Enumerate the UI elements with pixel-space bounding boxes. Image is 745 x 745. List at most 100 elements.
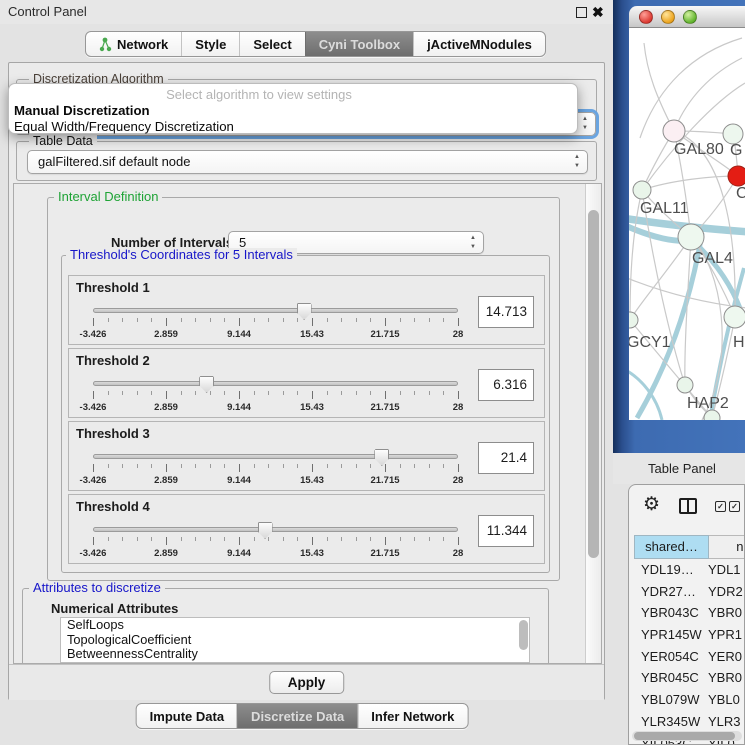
list-scrollbar[interactable] xyxy=(519,620,528,650)
tick-mark xyxy=(181,318,182,322)
table-row[interactable]: YBL079WYBL0 xyxy=(634,689,745,711)
panel-title: Control Panel xyxy=(8,0,87,24)
tick-mark xyxy=(210,391,211,395)
column-header-name[interactable]: na xyxy=(709,535,745,559)
stepper-icon: ▲▼ xyxy=(574,153,580,171)
apply-button[interactable]: Apply xyxy=(269,671,345,694)
network-canvas[interactable]: GAL80GCGAL11GAL4GCY1HHAP2 xyxy=(629,28,745,420)
network-node[interactable] xyxy=(663,120,685,142)
tick-mark xyxy=(239,464,240,472)
network-node[interactable] xyxy=(633,181,651,199)
dropdown-option-manual[interactable]: Manual Discretization xyxy=(9,103,577,119)
table-cell[interactable]: YBR043C xyxy=(634,602,704,624)
scrollbar-thumb[interactable] xyxy=(588,210,599,558)
tab-infer-network[interactable]: Infer Network xyxy=(357,704,467,728)
tab-discretize-data[interactable]: Discretize Data xyxy=(237,704,357,728)
network-node[interactable] xyxy=(723,124,743,144)
threshold-value-field[interactable]: 6.316 xyxy=(478,369,534,401)
table-cell[interactable]: YBR0 xyxy=(704,667,745,689)
tab-label: jActiveMNodules xyxy=(427,37,532,52)
network-node[interactable] xyxy=(677,377,693,393)
tab-network[interactable]: Network xyxy=(86,32,181,56)
checkbox-icon[interactable]: ✓ xyxy=(715,501,726,512)
table-cell[interactable]: YLR3 xyxy=(704,711,745,733)
table-row[interactable]: YLR345WYLR3 xyxy=(634,711,745,733)
horizontal-scrollbar[interactable] xyxy=(632,731,742,741)
table-row[interactable]: YBR043CYBR0 xyxy=(634,602,745,624)
table-row[interactable]: YDR27…YDR2 xyxy=(634,581,745,603)
tick-mark xyxy=(137,537,138,541)
threshold-slider: -3.4262.8599.14415.4321.71528 xyxy=(93,377,458,415)
gear-icon[interactable]: ⚙ xyxy=(643,493,660,516)
table-cell[interactable]: YLR345W xyxy=(634,711,704,733)
table-row[interactable]: YDL19…YDL1 xyxy=(634,559,745,581)
table-cell[interactable]: YDL1 xyxy=(704,559,745,581)
tick-mark xyxy=(312,391,313,399)
tab-style[interactable]: Style xyxy=(181,32,239,56)
tick-label: 21.715 xyxy=(370,402,399,413)
close-icon[interactable]: ✖ xyxy=(592,2,604,22)
checkbox-icon[interactable]: ✓ xyxy=(729,501,740,512)
table-cell[interactable]: YBL079W xyxy=(634,689,704,711)
table-row[interactable]: YPR145WYPR1 xyxy=(634,624,745,646)
slider-track[interactable] xyxy=(93,527,458,532)
tick-mark xyxy=(166,464,167,472)
node-label: C xyxy=(736,185,745,202)
table-cell[interactable]: YPR1 xyxy=(704,624,745,646)
table-row[interactable]: YBR045CYBR0 xyxy=(634,667,745,689)
tick-mark xyxy=(327,464,328,468)
scrollbar-thumb[interactable] xyxy=(634,732,735,740)
numerical-attributes-list[interactable]: SelfLoopsTopologicalCoefficientBetweenne… xyxy=(60,617,530,663)
table-cell[interactable]: YDR27… xyxy=(634,581,704,603)
edge[interactable] xyxy=(642,176,738,190)
threshold-value-field[interactable]: 11.344 xyxy=(478,515,534,547)
edge[interactable] xyxy=(640,38,742,138)
tick-mark xyxy=(370,391,371,395)
edge[interactable] xyxy=(630,237,691,320)
threshold-value-field[interactable]: 14.713 xyxy=(478,296,534,328)
network-node[interactable] xyxy=(728,166,745,186)
tick-mark xyxy=(181,391,182,395)
tick-mark xyxy=(297,464,298,468)
slider-track[interactable] xyxy=(93,308,458,313)
tab-impute-data[interactable]: Impute Data xyxy=(137,704,237,728)
slider-track[interactable] xyxy=(93,454,458,459)
network-node[interactable] xyxy=(678,224,704,250)
table-cell[interactable]: YBR045C xyxy=(634,667,704,689)
attribute-item[interactable]: SelfLoops xyxy=(61,618,529,633)
numerical-attributes-label: Numerical Attributes xyxy=(51,601,178,616)
tab-cyni-toolbox[interactable]: Cyni Toolbox xyxy=(305,32,413,56)
attribute-item[interactable]: TopologicalCoefficient xyxy=(61,633,529,648)
table-cell[interactable]: YBL0 xyxy=(704,689,745,711)
table-cell[interactable]: YDL19… xyxy=(634,559,704,581)
dropdown-option-equal-width[interactable]: Equal Width/Frequency Discretization xyxy=(9,119,577,135)
network-node[interactable] xyxy=(629,312,638,328)
table-cell[interactable]: YDR2 xyxy=(704,581,745,603)
close-traffic-light[interactable] xyxy=(639,10,653,24)
tab-jactivemnodules[interactable]: jActiveMNodules xyxy=(413,32,545,56)
tab-select[interactable]: Select xyxy=(239,32,304,56)
tick-mark xyxy=(356,537,357,541)
network-node[interactable] xyxy=(724,306,745,328)
column-header-shared-name[interactable]: shared… xyxy=(634,535,709,559)
node-label: G xyxy=(730,142,742,159)
attribute-item[interactable]: BetweennessCentrality xyxy=(61,647,529,662)
tick-mark xyxy=(210,537,211,541)
threshold-value-field[interactable]: 21.4 xyxy=(478,442,534,474)
slider-track[interactable] xyxy=(93,381,458,386)
vertical-scrollbar[interactable] xyxy=(585,184,601,663)
zoom-traffic-light[interactable] xyxy=(683,10,697,24)
minimize-traffic-light[interactable] xyxy=(661,10,675,24)
table-cell[interactable]: YER0 xyxy=(704,646,745,668)
table-cell[interactable]: YPR145W xyxy=(634,624,704,646)
float-window-icon[interactable] xyxy=(576,7,587,18)
tick-mark xyxy=(385,464,386,472)
table-cell[interactable]: YER054C xyxy=(634,646,704,668)
slider-ticks xyxy=(93,318,458,327)
table-panel: ⚙ ✓ ✓ shared… na YDL19…YDL1YDR27…YDR2YBR… xyxy=(628,484,745,745)
table-panel-title: Table Panel xyxy=(648,453,716,484)
table-row[interactable]: YER054CYER0 xyxy=(634,646,745,668)
table-data-combobox[interactable]: galFiltered.sif default node ▲▼ xyxy=(27,150,588,174)
split-columns-icon[interactable] xyxy=(679,498,697,514)
table-cell[interactable]: YBR0 xyxy=(704,602,745,624)
